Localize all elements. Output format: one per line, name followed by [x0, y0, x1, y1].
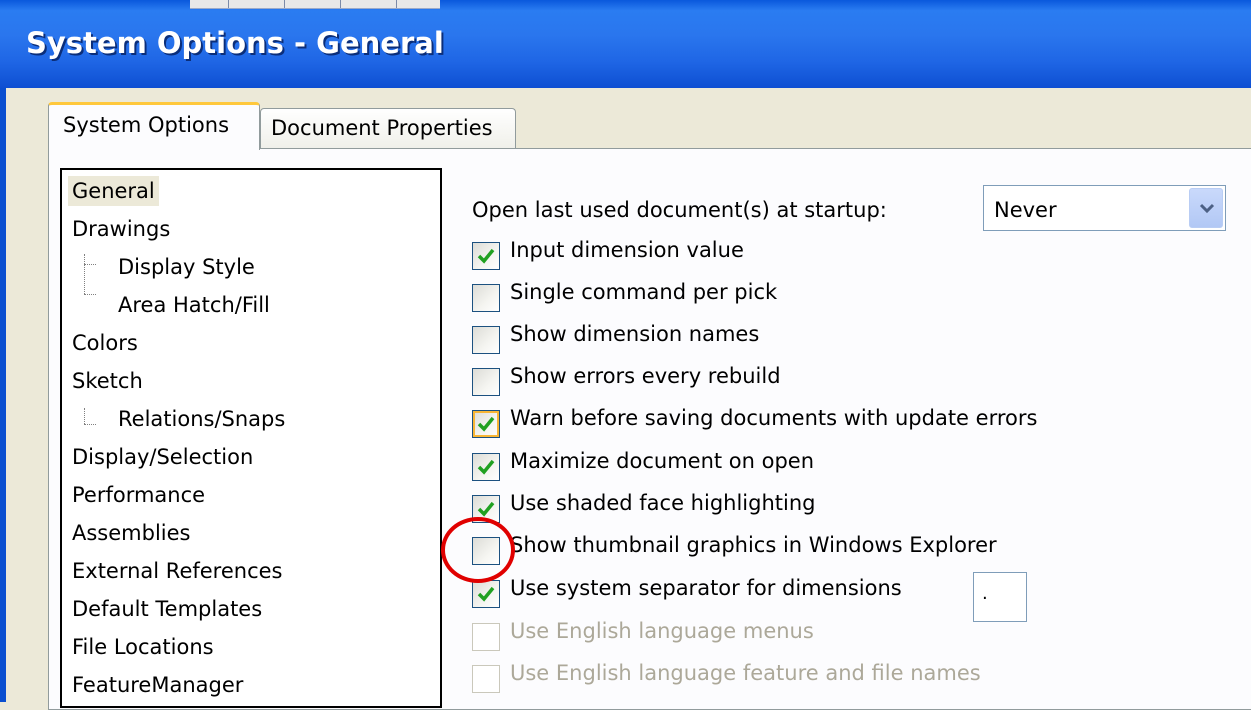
option-label: Show errors every rebuild: [510, 364, 781, 388]
option-label: Use English language feature and file na…: [510, 661, 981, 685]
tree-item-drawings[interactable]: Drawings: [72, 214, 170, 244]
option-label: Show dimension names: [510, 322, 760, 346]
checkmark-icon: [477, 248, 495, 264]
tree-item-performance[interactable]: Performance: [72, 480, 205, 510]
separator-value: .: [982, 583, 988, 604]
tree-item-featuremanager[interactable]: FeatureManager: [72, 670, 243, 700]
window-title: System Options - General: [26, 26, 444, 60]
tab-system-options-label: System Options: [63, 113, 230, 137]
checkbox-use-system-separator[interactable]: [472, 580, 500, 608]
tab-document-properties[interactable]: Document Properties: [260, 108, 516, 148]
checkbox-show-dimension-names[interactable]: [472, 326, 500, 354]
option-label: Use English language menus: [510, 619, 814, 643]
option-label: Show thumbnail graphics in Windows Explo…: [510, 533, 997, 557]
tab-document-properties-label: Document Properties: [271, 116, 493, 140]
option-label: Use shaded face highlighting: [510, 491, 816, 515]
open-last-value: Never: [994, 198, 1057, 222]
checkmark-icon: [477, 586, 495, 602]
option-label: Use system separator for dimensions: [510, 576, 902, 600]
annotation-circle: [441, 517, 515, 583]
checkmark-icon: [477, 501, 495, 517]
tree-item-general[interactable]: General: [68, 176, 159, 206]
checkbox-single-command-per-pick[interactable]: [472, 284, 500, 312]
checkmark-icon: [477, 416, 495, 432]
checkbox-warn-before-saving[interactable]: [472, 410, 500, 438]
tree-item-relations-snaps[interactable]: Relations/Snaps: [118, 404, 285, 434]
tree-item-display-style[interactable]: Display Style: [118, 252, 255, 282]
tree-item-area-hatch-fill[interactable]: Area Hatch/Fill: [118, 290, 270, 320]
checkbox-maximize-document-on-open[interactable]: [472, 453, 500, 481]
tree-item-default-templates[interactable]: Default Templates: [72, 594, 262, 624]
tree-item-display-selection[interactable]: Display/Selection: [72, 442, 253, 472]
option-label: Single command per pick: [510, 280, 778, 304]
title-bar: System Options - General: [0, 0, 1251, 88]
open-last-label: Open last used document(s) at startup:: [472, 198, 887, 222]
checkbox-input-dimension-value[interactable]: [472, 242, 500, 270]
option-label: Maximize document on open: [510, 449, 815, 473]
tree-item-sketch[interactable]: Sketch: [72, 366, 143, 396]
checkmark-icon: [477, 459, 495, 475]
chevron-down-icon: [1199, 203, 1215, 214]
checkbox-use-english-menus[interactable]: [472, 623, 500, 651]
open-last-dropdown[interactable]: Never: [983, 185, 1226, 231]
tree-item-colors[interactable]: Colors: [72, 328, 138, 358]
background-window-strip: [190, 0, 440, 9]
checkbox-show-errors-every-rebuild[interactable]: [472, 368, 500, 396]
tree-item-external-references[interactable]: External References: [72, 556, 283, 586]
tab-system-options[interactable]: System Options: [48, 102, 260, 150]
option-label: Warn before saving documents with update…: [510, 406, 1038, 430]
option-label: Input dimension value: [510, 238, 744, 262]
tree-item-assemblies[interactable]: Assemblies: [72, 518, 190, 548]
checkbox-use-english-feature-names[interactable]: [472, 665, 500, 693]
options-tree[interactable]: General Drawings Display Style Area Hatc…: [60, 168, 442, 708]
separator-field[interactable]: .: [973, 572, 1027, 622]
tree-item-file-locations[interactable]: File Locations: [72, 632, 214, 662]
dropdown-button[interactable]: [1189, 188, 1223, 228]
